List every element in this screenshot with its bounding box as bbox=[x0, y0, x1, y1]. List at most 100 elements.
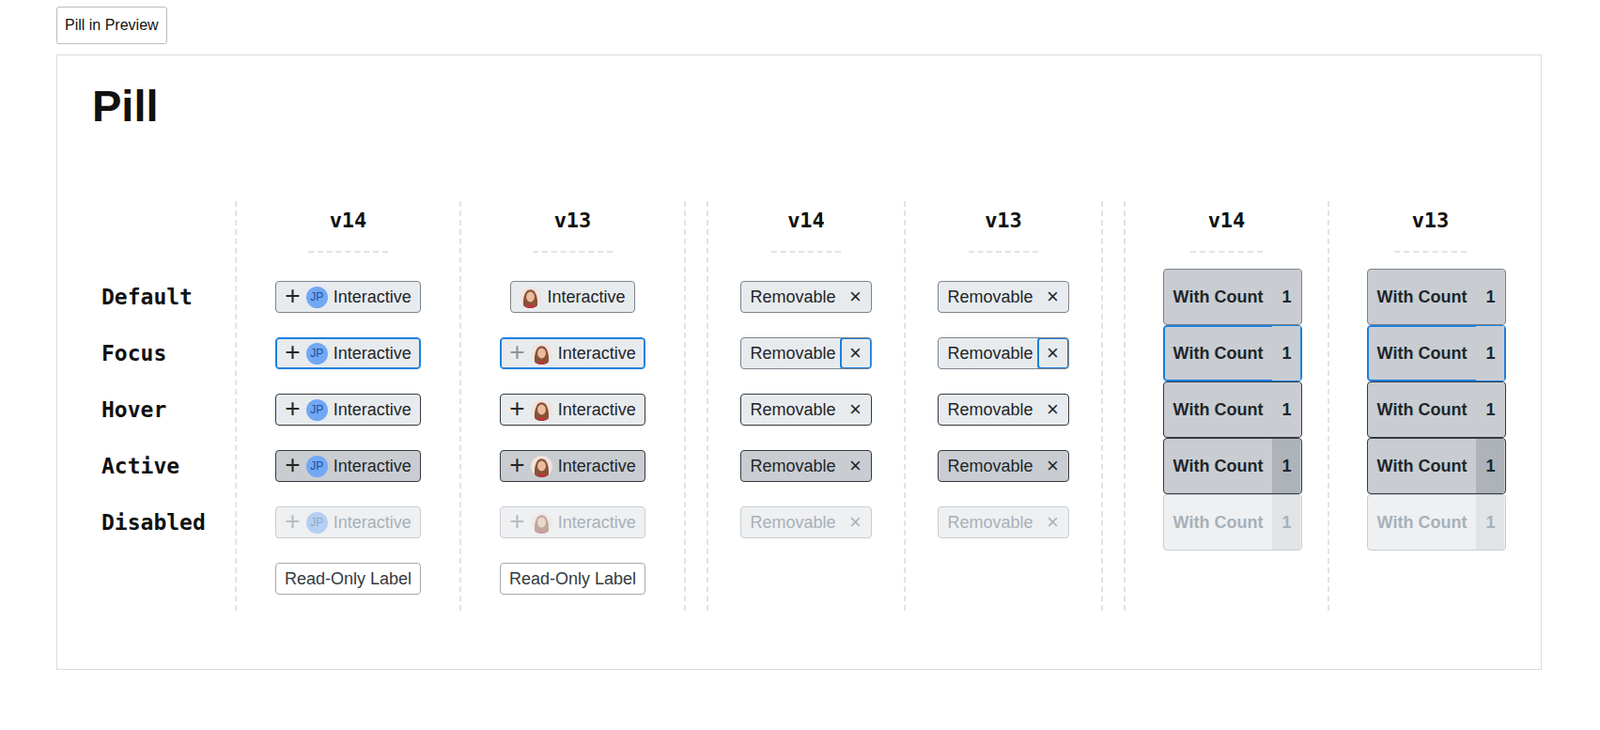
remove-button[interactable]: × bbox=[1037, 506, 1070, 539]
pill-label: With Count bbox=[1173, 287, 1264, 308]
pill-label: With Count bbox=[1173, 343, 1264, 364]
version-header: v13 bbox=[461, 201, 684, 239]
remove-button[interactable]: × bbox=[839, 450, 872, 482]
pill-label: Interactive bbox=[333, 287, 412, 308]
state-grid: DefaultFocusHoverActiveDisabledv14+JPInt… bbox=[101, 201, 1541, 611]
state-label: Disabled bbox=[101, 494, 235, 551]
header-divider bbox=[968, 250, 1040, 253]
pill-label: Removable bbox=[947, 400, 1033, 420]
pill-label: Interactive bbox=[558, 343, 637, 364]
header-divider bbox=[1394, 250, 1467, 253]
pill[interactable]: Removable× bbox=[937, 450, 1069, 482]
pill[interactable]: With Count1 bbox=[1366, 381, 1507, 438]
pill-group: v14 With Count 1 With Count 1 With Count 1 With… bbox=[1123, 201, 1532, 611]
pill[interactable]: Removable× bbox=[937, 280, 1069, 313]
pill[interactable]: Interactive bbox=[510, 280, 635, 313]
pill-label: Removable bbox=[749, 287, 836, 308]
pill-label: With Count bbox=[1377, 287, 1468, 308]
avatar-initials: JP bbox=[306, 286, 328, 309]
pill[interactable]: + JPInteractive bbox=[275, 393, 420, 426]
pill-label: Interactive bbox=[558, 512, 637, 533]
pill[interactable]: Removable× bbox=[937, 393, 1069, 426]
pill[interactable]: Removable× bbox=[937, 337, 1069, 370]
pill-label: With Count bbox=[1377, 512, 1468, 533]
pill[interactable]: With Count 1 bbox=[1366, 325, 1507, 382]
version-column: v14With Count1With Count1With Count1With… bbox=[1123, 201, 1328, 611]
pill[interactable]: Removable× bbox=[740, 280, 871, 313]
remove-button[interactable]: × bbox=[1037, 337, 1070, 370]
plus-icon: + bbox=[284, 395, 300, 422]
plus-icon: + bbox=[509, 451, 525, 479]
plus-icon: + bbox=[509, 508, 525, 535]
pill-label: Interactive bbox=[558, 400, 637, 420]
pill-label: Interactive bbox=[333, 512, 412, 533]
pill-label: Interactive bbox=[333, 400, 412, 420]
pill-label: With Count bbox=[1377, 343, 1468, 364]
pill[interactable]: With Count1 bbox=[1163, 325, 1304, 382]
version-column: v14+JPInteractive+JPInteractive+JPIntera… bbox=[234, 201, 460, 611]
pill-label: Read-Only Label bbox=[284, 569, 412, 590]
pill-count: 1 bbox=[1272, 438, 1301, 494]
plus-icon: + bbox=[284, 451, 300, 479]
plus-icon: + bbox=[284, 282, 300, 310]
pill: +JPInteractive bbox=[275, 506, 420, 539]
pill[interactable]: Removable× bbox=[740, 450, 871, 482]
version-column: v14Removable×Removable×Removable×Removab… bbox=[706, 201, 904, 611]
pill[interactable]: Removable× bbox=[740, 393, 871, 426]
pill-label: Removable bbox=[947, 456, 1033, 477]
version-column: v13With Count1With Count1With Count1With… bbox=[1327, 201, 1532, 611]
remove-button[interactable]: × bbox=[1037, 450, 1070, 482]
pill[interactable]: +Interactive bbox=[499, 450, 645, 482]
pill: + Interactive bbox=[499, 506, 645, 539]
pill[interactable]: With Count1 bbox=[1366, 268, 1507, 326]
avatar-photo-icon bbox=[519, 286, 542, 309]
plus-icon: + bbox=[509, 339, 525, 366]
pill-label: With Count bbox=[1173, 456, 1264, 477]
plus-icon: + bbox=[509, 395, 525, 422]
pill: With Count 1 bbox=[1366, 494, 1507, 551]
avatar-photo-icon bbox=[530, 512, 553, 534]
pill-count: 1 bbox=[1475, 495, 1505, 550]
pill: Removable× bbox=[740, 506, 871, 539]
state-label: Active bbox=[101, 437, 235, 495]
remove-button[interactable]: × bbox=[1037, 393, 1070, 426]
pill-label: Removable bbox=[749, 512, 836, 533]
pill[interactable]: With Count1 bbox=[1163, 268, 1304, 326]
remove-button[interactable]: × bbox=[839, 337, 872, 370]
version-header: v14 bbox=[1125, 201, 1328, 239]
pill-label: Removable bbox=[749, 456, 836, 477]
pill[interactable]: Removable× bbox=[740, 337, 871, 370]
pill[interactable]: + Interactive bbox=[499, 393, 645, 426]
pill[interactable]: +JPInteractive bbox=[275, 337, 420, 370]
version-header: v13 bbox=[1329, 201, 1532, 239]
pill[interactable]: With Count1 bbox=[1163, 381, 1304, 438]
version-column: v13 Interactive + Interactive + Interactive + I… bbox=[459, 201, 684, 611]
pill-in-preview-button[interactable]: Pill in Preview bbox=[56, 6, 168, 45]
pill: Removable× bbox=[937, 506, 1069, 539]
remove-button[interactable]: × bbox=[839, 506, 872, 539]
pill[interactable]: With Count1 bbox=[1366, 437, 1507, 495]
pill-label: Removable bbox=[749, 343, 836, 364]
version-header: v13 bbox=[905, 201, 1102, 239]
remove-button[interactable]: × bbox=[839, 393, 872, 426]
state-label: Hover bbox=[101, 381, 235, 438]
pill[interactable]: +JPInteractive bbox=[275, 450, 420, 482]
state-label: Default bbox=[101, 268, 235, 326]
pill[interactable]: + JPInteractive bbox=[275, 280, 420, 313]
remove-button[interactable]: × bbox=[1037, 280, 1070, 313]
pill-label: With Count bbox=[1377, 400, 1468, 420]
pill: Read-Only Label bbox=[499, 562, 646, 595]
version-header: v14 bbox=[236, 201, 460, 239]
pill-count: 1 bbox=[1272, 382, 1301, 437]
pill-label: Interactive bbox=[546, 287, 625, 308]
pill-count: 1 bbox=[1475, 326, 1505, 381]
pill[interactable]: With Count 1 bbox=[1163, 437, 1304, 495]
pill: Read-Only Label bbox=[275, 562, 421, 595]
avatar-initials: JP bbox=[306, 455, 328, 478]
avatar-initials: JP bbox=[306, 512, 328, 534]
avatar-initials: JP bbox=[306, 399, 328, 421]
pill[interactable]: + Interactive bbox=[499, 337, 645, 370]
remove-button[interactable]: × bbox=[839, 280, 872, 313]
preview-page: Pill in PreviewPillDefaultFocusHoverActi… bbox=[0, 0, 1600, 670]
pill-label: Removable bbox=[947, 287, 1033, 308]
